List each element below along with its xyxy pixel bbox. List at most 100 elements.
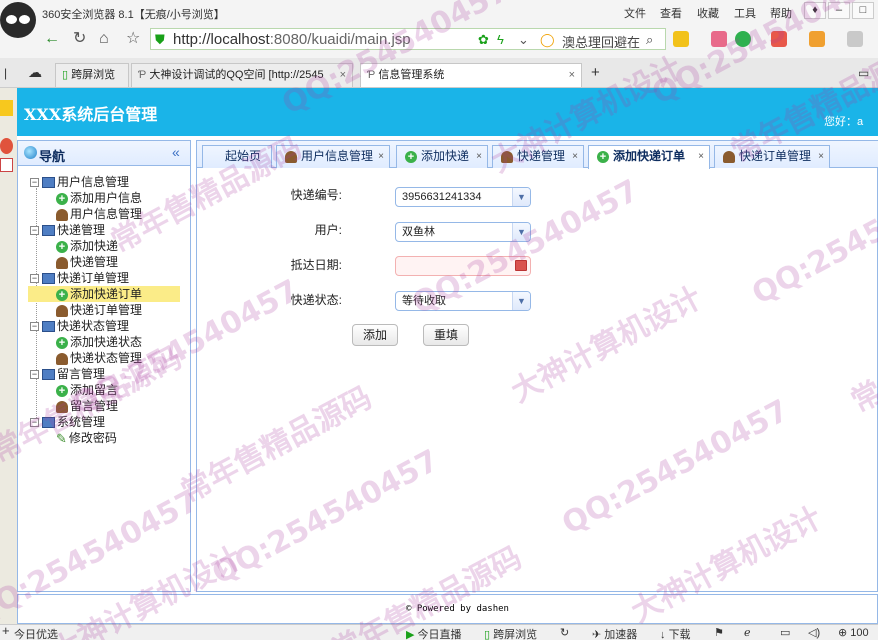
tree-item-order-manage[interactable]: 快递订单管理 <box>56 302 142 318</box>
computer-icon <box>42 417 55 429</box>
browser-tab-qq-space[interactable]: Ƥ 大神设计调试的QQ空间 [http://2545 × <box>131 63 353 87</box>
express-no-select[interactable]: 3956631241334 ▼ <box>395 187 531 207</box>
search-icon[interactable]: ⌕ <box>646 32 653 48</box>
close-icon[interactable]: × <box>572 146 578 167</box>
status-download[interactable]: ↓ 下载 <box>660 626 691 640</box>
tree-item-user-manage[interactable]: 用户信息管理 <box>56 206 142 222</box>
shield-icon: ⛊ <box>155 32 165 47</box>
express-status-select[interactable]: 等待收取 ▼ <box>395 291 531 311</box>
apps-icon[interactable] <box>673 31 689 47</box>
close-icon[interactable]: × <box>698 146 704 167</box>
status-accelerator[interactable]: ✈ 加速器 <box>592 626 637 640</box>
globe-icon <box>24 146 37 159</box>
menu-help[interactable]: 帮助 <box>770 5 792 21</box>
sidebar-toggle-icon[interactable]: | <box>4 66 7 80</box>
tab-express-order-manage[interactable]: 快递订单管理 × <box>714 145 830 168</box>
tree-group-system[interactable]: − 系统管理 <box>30 414 105 430</box>
tab-list-icon[interactable]: ▭ <box>858 66 869 80</box>
download-icon: ↓ <box>660 629 666 640</box>
back-arrow-icon[interactable]: ← <box>44 31 60 47</box>
user-select[interactable]: 双鱼林 ▼ <box>395 222 531 242</box>
close-icon[interactable]: × <box>818 146 824 167</box>
status-cross-screen[interactable]: ▯ 跨屏浏览 <box>484 626 537 640</box>
tree-item-status-manage[interactable]: 快递状态管理 <box>56 350 142 366</box>
search-engine-icon[interactable]: ◯ <box>540 32 555 48</box>
collapse-icon[interactable]: « <box>172 144 180 160</box>
minimize-button[interactable]: – <box>828 2 850 19</box>
close-icon[interactable]: × <box>340 64 346 86</box>
translate-icon[interactable] <box>771 31 787 47</box>
chevron-down-icon[interactable]: ⌄ <box>518 32 529 48</box>
browser-tab-info-system[interactable]: Ƥ 信息管理系统 × <box>360 63 582 87</box>
cloud-icon[interactable]: ☁ <box>28 64 42 81</box>
status-zoom[interactable]: ⊕ 100 <box>838 626 869 639</box>
arrival-date-input[interactable] <box>395 256 531 276</box>
star-icon[interactable]: ☆ <box>126 31 140 47</box>
tree-item-add-express[interactable]: + 添加快递 <box>56 238 118 254</box>
add-icon: + <box>56 288 68 301</box>
home-icon[interactable]: ⌂ <box>99 31 109 47</box>
status-window-icon[interactable]: ▭ <box>780 626 790 639</box>
close-icon[interactable]: × <box>569 64 575 86</box>
status-refresh-icon[interactable]: ↻ <box>560 626 569 639</box>
maximize-button[interactable]: □ <box>852 2 874 19</box>
menu-view[interactable]: 查看 <box>660 5 682 21</box>
app-side-icon[interactable] <box>0 158 13 172</box>
browser-tab-cross-screen[interactable]: ▯ 跨屏浏览 <box>55 63 129 87</box>
status-ie-icon[interactable]: ℯ <box>744 626 751 639</box>
screenshot-icon[interactable] <box>809 31 825 47</box>
arrival-date-label: 抵达日期: <box>290 258 342 272</box>
status-live[interactable]: ▶ 今日直播 <box>406 626 462 640</box>
add-icon: + <box>56 192 68 205</box>
menu-file[interactable]: 文件 <box>624 5 646 21</box>
tree-group-express[interactable]: − 快递管理 <box>30 222 105 238</box>
tab-express-manage[interactable]: 快递管理 × <box>492 145 584 168</box>
tree-group-order[interactable]: − 快递订单管理 <box>30 270 129 286</box>
user-icon <box>56 208 68 221</box>
express-status-label: 快递状态: <box>290 293 342 307</box>
tree-item-message-manage[interactable]: 留言管理 <box>56 398 118 414</box>
menu-favorites[interactable]: 收藏 <box>697 5 719 21</box>
compat-icon[interactable]: ✿ <box>478 32 489 48</box>
lightning-icon[interactable]: ϟ <box>497 32 504 47</box>
reset-button[interactable]: 重填 <box>423 324 469 346</box>
shirt-icon[interactable]: ♦ <box>804 2 826 19</box>
tab-start-page[interactable]: 起始页 <box>202 145 272 168</box>
tree-item-express-manage[interactable]: 快递管理 <box>56 254 118 270</box>
user-icon <box>723 150 735 163</box>
tab-add-express[interactable]: + 添加快递 × <box>396 145 488 168</box>
tree-group-status[interactable]: − 快递状态管理 <box>30 318 129 334</box>
extension-icon[interactable] <box>847 31 863 47</box>
tree-item-add-user[interactable]: + 添加用户信息 <box>56 190 142 206</box>
refresh-icon[interactable]: ↻ <box>73 31 86 47</box>
add-icon: + <box>56 384 68 397</box>
status-today-picks[interactable]: 今日优选 <box>14 626 58 640</box>
tree-item-change-password[interactable]: ✎ 修改密码 <box>56 430 117 446</box>
tree-group-user-info[interactable]: − 用户信息管理 <box>30 174 129 190</box>
menu-tools[interactable]: 工具 <box>734 5 756 21</box>
tab-add-express-order[interactable]: + 添加快递订单 × <box>588 145 710 169</box>
tree-item-add-message[interactable]: + 添加留言 <box>56 382 118 398</box>
close-icon[interactable]: × <box>378 146 384 167</box>
favorites-side-icon[interactable] <box>0 100 13 116</box>
status-flag-icon[interactable]: ⚑ <box>714 626 724 639</box>
speaker-icon[interactable]: ◁) <box>808 626 820 639</box>
chevron-down-icon[interactable]: ▼ <box>512 188 530 206</box>
search-input[interactable]: 澳总理回避在 <box>562 32 640 51</box>
add-button[interactable]: 添加 <box>352 324 398 346</box>
tree-group-message[interactable]: − 留言管理 <box>30 366 105 382</box>
tree-item-add-order[interactable]: + 添加快递订单 <box>28 286 180 302</box>
browser-logo-icon <box>0 2 36 38</box>
footer-text: © Powered by dashen <box>406 604 509 614</box>
calendar-icon[interactable] <box>515 260 527 271</box>
add-icon[interactable]: + <box>2 623 10 638</box>
weibo-side-icon[interactable] <box>0 138 13 154</box>
security-icon[interactable] <box>735 31 751 47</box>
close-icon[interactable]: × <box>476 146 482 167</box>
new-tab-button[interactable]: + <box>591 64 600 81</box>
tab-user-info-manage[interactable]: 用户信息管理 × <box>276 145 390 168</box>
chevron-down-icon[interactable]: ▼ <box>512 223 530 241</box>
chevron-down-icon[interactable]: ▼ <box>512 292 530 310</box>
tree-item-add-status[interactable]: + 添加快递状态 <box>56 334 142 350</box>
mail-icon[interactable] <box>711 31 727 47</box>
